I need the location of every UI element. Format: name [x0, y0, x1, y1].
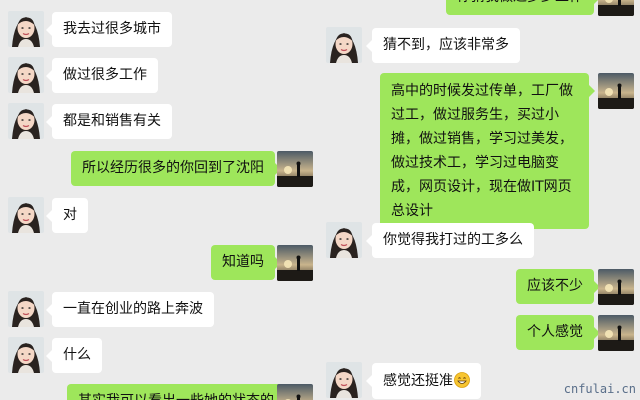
message-bubble-incoming[interactable]: 你觉得我打过的工多么 — [366, 223, 534, 258]
message-bubble-incoming[interactable]: 一直在创业的路上奔波 — [46, 292, 214, 327]
contact-avatar[interactable] — [326, 222, 362, 258]
message-bubble-outgoing[interactable]: 所以经历很多的你回到了沈阳 — [71, 151, 281, 186]
self-avatar[interactable] — [277, 151, 313, 187]
contact-avatar[interactable] — [8, 197, 44, 233]
self-avatar[interactable] — [598, 0, 634, 16]
contact-avatar[interactable] — [8, 337, 44, 373]
message-bubble-outgoing[interactable]: 应该不少 — [516, 269, 600, 304]
contact-avatar[interactable] — [326, 27, 362, 63]
message-bubble-outgoing[interactable]: 高中的时候发过传单，工厂做过工，做过服务生，买过小摊，做过销售，学习过美发，做过… — [380, 73, 595, 229]
contact-avatar[interactable] — [8, 291, 44, 327]
message-bubble-outgoing[interactable]: 知道吗 — [211, 245, 281, 280]
grinning-face-emoji-icon — [454, 372, 470, 388]
message-bubble-incoming[interactable]: 对 — [46, 198, 88, 233]
right-chat-pane: 你猜我做过多少工作 猜不到，应该非常多 高中的时候发过传单，工厂做过工，做过服务… — [320, 0, 640, 400]
message-bubble-outgoing[interactable]: 个人感觉 — [516, 315, 600, 350]
left-chat-pane: 我去过很多城市 做过很多工作 都是和销售有关 所以经历很多的你回到了沈阳 对 知… — [0, 0, 320, 400]
message-bubble-incoming[interactable]: 我去过很多城市 — [46, 12, 172, 47]
message-bubble-incoming[interactable]: 感觉还挺准 — [366, 363, 481, 399]
message-bubble-incoming[interactable]: 什么 — [46, 338, 102, 373]
self-avatar[interactable] — [598, 73, 634, 109]
contact-avatar[interactable] — [8, 57, 44, 93]
self-avatar[interactable] — [277, 384, 313, 400]
self-avatar[interactable] — [277, 245, 313, 281]
contact-avatar[interactable] — [8, 103, 44, 139]
message-bubble-incoming[interactable]: 都是和销售有关 — [46, 104, 172, 139]
message-bubble-outgoing[interactable]: 你猜我做过多少工作 — [446, 0, 600, 15]
self-avatar[interactable] — [598, 269, 634, 305]
message-bubble-outgoing[interactable]: 其实我可以看出一些她的状态的 — [67, 384, 291, 400]
contact-avatar[interactable] — [326, 362, 362, 398]
contact-avatar[interactable] — [8, 11, 44, 47]
self-avatar[interactable] — [598, 315, 634, 351]
message-bubble-incoming[interactable]: 做过很多工作 — [46, 58, 158, 93]
watermark-text: cnfulai.cn — [563, 382, 636, 396]
message-bubble-incoming[interactable]: 猜不到，应该非常多 — [366, 28, 520, 63]
message-text: 感觉还挺准 — [383, 373, 453, 389]
